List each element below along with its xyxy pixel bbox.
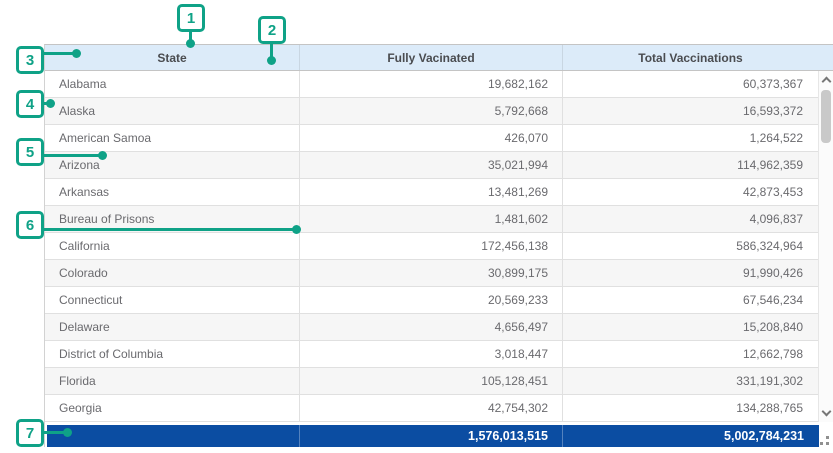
cell-state: District of Columbia: [45, 341, 300, 367]
cell-total-vaccinations: 114,962,359: [563, 152, 833, 178]
cell-state: Arkansas: [45, 179, 300, 205]
table-row[interactable]: California 172,456,138 586,324,964: [45, 233, 833, 260]
cell-fully-vaccinated: 105,128,451: [300, 368, 563, 394]
cell-state: Connecticut: [45, 287, 300, 313]
callout-7-connector-dot: [63, 428, 72, 437]
callout-1-badge: 1: [177, 4, 205, 32]
callout-2-connector-dot: [267, 56, 276, 65]
vertical-scrollbar[interactable]: [818, 71, 833, 422]
cell-state: Georgia: [45, 395, 300, 421]
scrollbar-thumb[interactable]: [821, 90, 831, 143]
attribute-table-widget: State Fully Vacinated Total Vaccinations…: [44, 44, 833, 447]
cell-fully-vaccinated: 13,481,269: [300, 179, 563, 205]
cell-fully-vaccinated: 172,456,138: [300, 233, 563, 259]
chevron-down-icon[interactable]: [822, 407, 832, 417]
callout-7-badge: 7: [16, 419, 44, 447]
callout-6-connector-line: [42, 228, 295, 231]
column-header-state[interactable]: State: [45, 45, 300, 70]
cell-total-vaccinations: 16,593,372: [563, 98, 833, 124]
cell-state: Alabama: [45, 71, 300, 97]
cell-state: American Samoa: [45, 125, 300, 151]
cell-state: Delaware: [45, 314, 300, 340]
callout-4-connector-dot: [46, 99, 55, 108]
table-row[interactable]: Connecticut 20,569,233 67,546,234: [45, 287, 833, 314]
column-header-fully-vaccinated[interactable]: Fully Vacinated: [300, 45, 563, 70]
callout-3-connector-dot: [72, 49, 81, 58]
callout-7-number: 7: [26, 425, 34, 442]
chevron-up-icon[interactable]: [822, 77, 832, 87]
callout-2-badge: 2: [258, 16, 286, 44]
table-row[interactable]: Colorado 30,899,175 91,990,426: [45, 260, 833, 287]
callout-6-badge: 6: [16, 211, 44, 239]
cell-total-vaccinations: 67,546,234: [563, 287, 833, 313]
cell-fully-vaccinated: 426,070: [300, 125, 563, 151]
cell-total-vaccinations: 134,288,765: [563, 395, 833, 421]
callout-2-number: 2: [268, 22, 276, 39]
cell-state: Alaska: [45, 98, 300, 124]
summary-cell-fully-vaccinated: 1,576,013,515: [300, 425, 563, 447]
callout-5-connector-dot: [98, 151, 107, 160]
cell-total-vaccinations: 15,208,840: [563, 314, 833, 340]
cell-fully-vaccinated: 35,021,994: [300, 152, 563, 178]
callout-1-number: 1: [187, 10, 195, 27]
callout-4-number: 4: [26, 96, 34, 113]
cell-total-vaccinations: 4,096,837: [563, 206, 833, 232]
cell-fully-vaccinated: 42,754,302: [300, 395, 563, 421]
cell-state: California: [45, 233, 300, 259]
table-row[interactable]: Delaware 4,656,497 15,208,840: [45, 314, 833, 341]
cell-total-vaccinations: 586,324,964: [563, 233, 833, 259]
table-row[interactable]: District of Columbia 3,018,447 12,662,79…: [45, 341, 833, 368]
callout-5-connector-line: [42, 154, 102, 157]
cell-fully-vaccinated: 4,656,497: [300, 314, 563, 340]
callout-4-badge: 4: [16, 90, 44, 118]
cell-fully-vaccinated: 5,792,668: [300, 98, 563, 124]
cell-fully-vaccinated: 19,682,162: [300, 71, 563, 97]
callout-3-number: 3: [26, 52, 34, 69]
table-header-row: State Fully Vacinated Total Vaccinations: [45, 45, 833, 71]
table-row[interactable]: Alabama 19,682,162 60,373,367: [45, 71, 833, 98]
table-row[interactable]: Arizona 35,021,994 114,962,359: [45, 152, 833, 179]
cell-fully-vaccinated: 20,569,233: [300, 287, 563, 313]
cell-total-vaccinations: 12,662,798: [563, 341, 833, 367]
cell-total-vaccinations: 331,191,302: [563, 368, 833, 394]
table-row[interactable]: American Samoa 426,070 1,264,522: [45, 125, 833, 152]
resize-grip-icon[interactable]: [826, 436, 829, 439]
cell-fully-vaccinated: 1,481,602: [300, 206, 563, 232]
callout-5-number: 5: [26, 144, 34, 161]
table-row[interactable]: Alaska 5,792,668 16,593,372: [45, 98, 833, 125]
summary-cell-state: [47, 425, 300, 447]
callout-3-badge: 3: [16, 46, 44, 74]
summary-cell-total-vaccinations: 5,002,784,231: [563, 425, 819, 447]
table-row[interactable]: Arkansas 13,481,269 42,873,453: [45, 179, 833, 206]
cell-state: Florida: [45, 368, 300, 394]
cell-total-vaccinations: 42,873,453: [563, 179, 833, 205]
cell-total-vaccinations: 1,264,522: [563, 125, 833, 151]
callout-3-connector-line: [42, 52, 74, 55]
cell-fully-vaccinated: 30,899,175: [300, 260, 563, 286]
cell-total-vaccinations: 60,373,367: [563, 71, 833, 97]
table-row[interactable]: Georgia 42,754,302 134,288,765: [45, 395, 833, 422]
cell-fully-vaccinated: 3,018,447: [300, 341, 563, 367]
table-body: Alabama 19,682,162 60,373,367 Alaska 5,7…: [45, 71, 833, 422]
summary-total-row: 1,576,013,515 5,002,784,231: [47, 425, 819, 447]
callout-6-number: 6: [26, 217, 34, 234]
cell-state: Colorado: [45, 260, 300, 286]
callout-5-badge: 5: [16, 138, 44, 166]
callout-1-connector-dot: [186, 39, 195, 48]
column-header-total-vaccinations[interactable]: Total Vaccinations: [563, 45, 833, 70]
callout-6-connector-dot: [292, 225, 301, 234]
table-row[interactable]: Florida 105,128,451 331,191,302: [45, 368, 833, 395]
cell-total-vaccinations: 91,990,426: [563, 260, 833, 286]
